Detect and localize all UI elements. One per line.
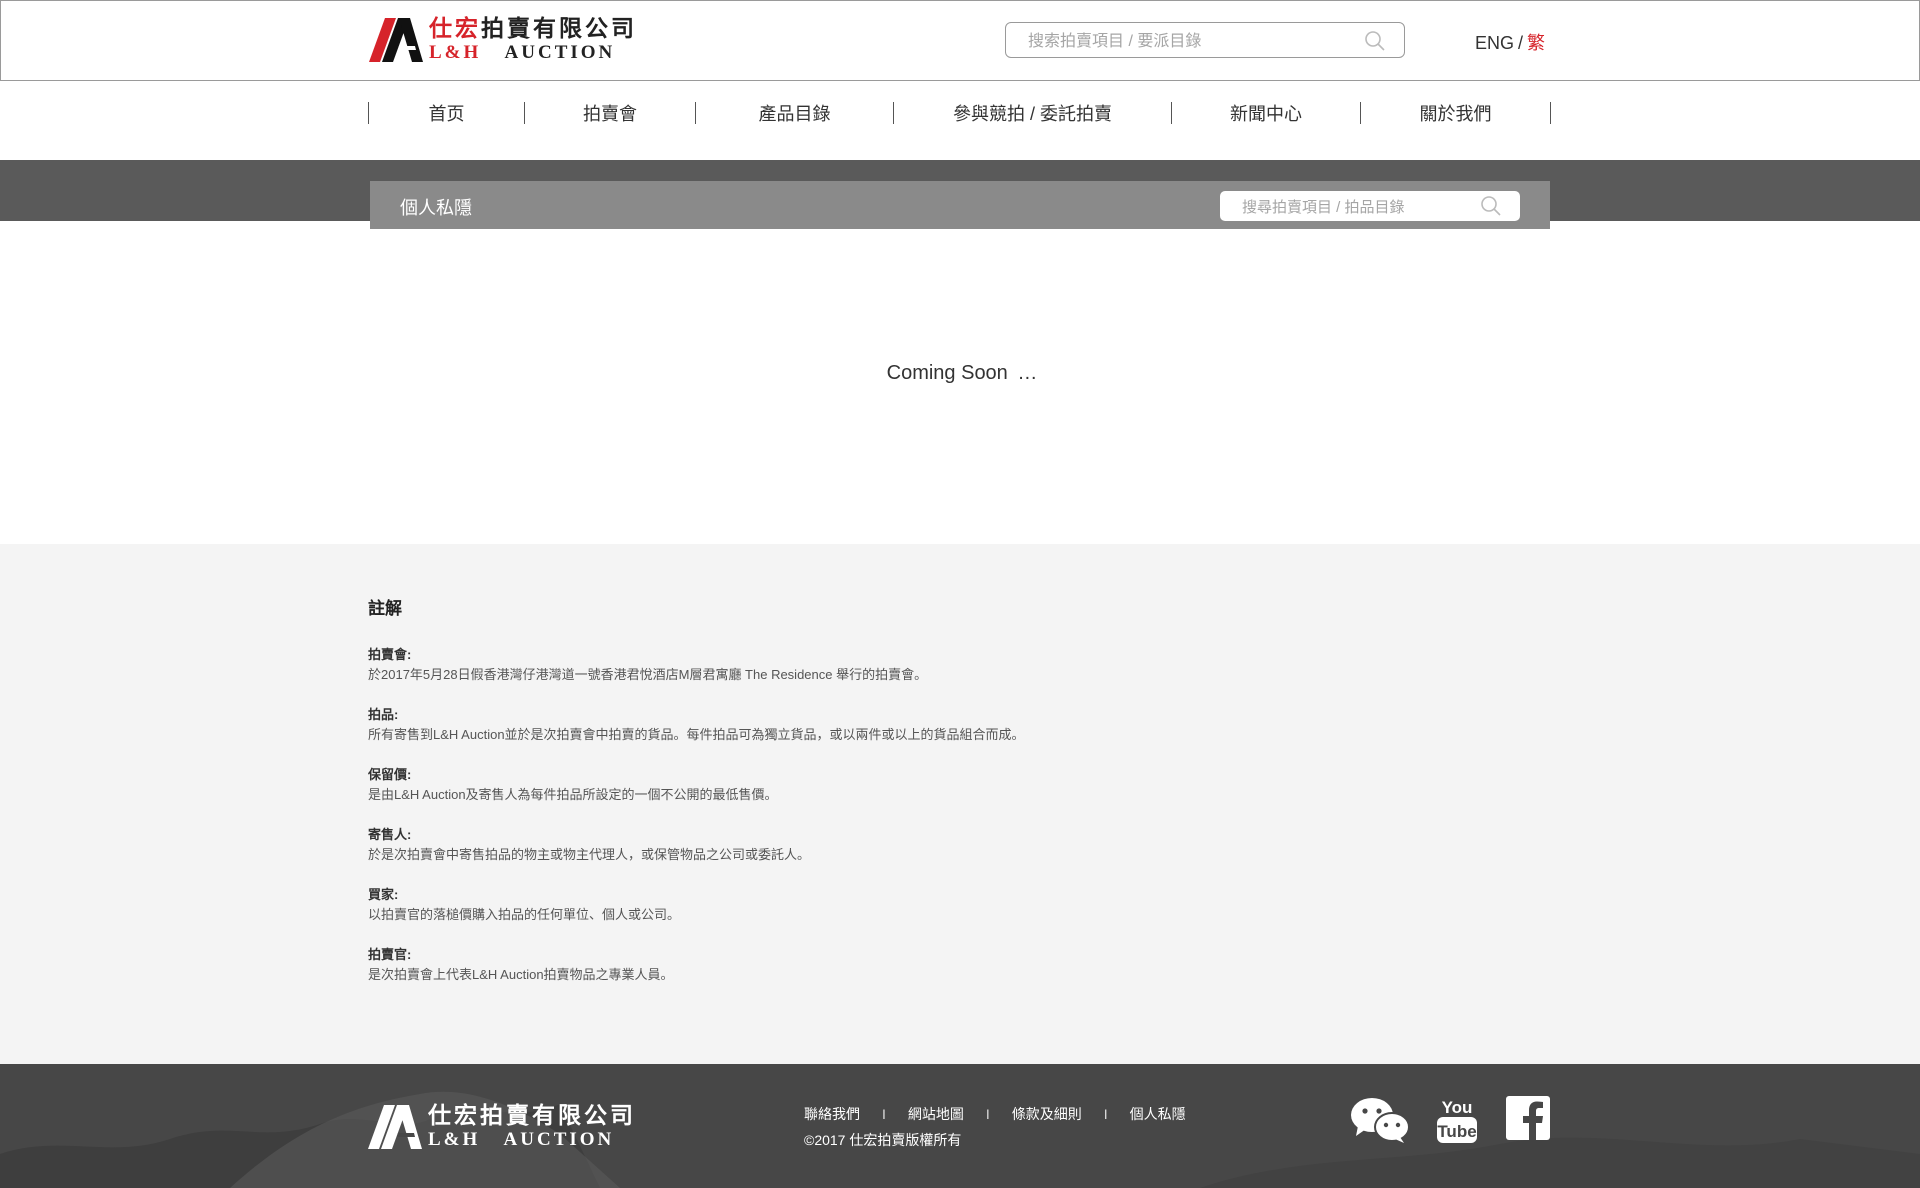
language-switcher: ENG / 繁 [1475,29,1545,55]
copyright-text: ©2017 仕宏拍賣版權所有 [804,1132,962,1148]
note-definition: 於是次拍賣會中寄售拍品的物主或物主代理人，或保管物品之公司或委託人。 [368,847,811,862]
logo-chinese: 仕宏拍賣有限公司 [429,17,637,40]
note-definition: 是由L&H Auction及寄售人為每件拍品所設定的一個不公開的最低售價。 [368,787,778,802]
nav-item-about[interactable]: 關於我們 [1361,100,1550,126]
note-item: 寄售人: 於是次拍賣會中寄售拍品的物主或物主代理人，或保管物品之公司或委託人。 [368,825,1268,865]
note-definition: 於2017年5月28日假香港灣仔港灣道一號香港君悅酒店M層君寓廳 The Res… [368,667,928,682]
footer-logo[interactable]: 仕宏拍賣有限公司 L&H AUCTION [368,1104,636,1149]
logo-en-rest: AUCTION [504,42,616,63]
nav-divider [1550,102,1551,124]
youtube-icon-you: You [1442,1098,1473,1117]
footer-logo-en-2: AUCTION [503,1129,615,1150]
note-item: 拍賣官: 是次拍賣會上代表L&H Auction拍賣物品之專業人員。 [368,945,1268,985]
youtube-icon-tube: Tube [1437,1122,1476,1141]
logo-english: L&H AUCTION [429,43,637,62]
footer-link-privacy[interactable]: 個人私隱 [1130,1104,1186,1124]
nav-item-auctions[interactable]: 拍賣會 [525,100,695,126]
footer-link-contact[interactable]: 聯絡我們 [804,1104,860,1124]
site-footer: 仕宏拍賣有限公司 L&H AUCTION 聯絡我們 I 網站地圖 I 條款及細則… [0,1064,1920,1188]
youtube-link[interactable]: You Tube [1436,1096,1478,1144]
coming-soon-text: Coming Soon [886,362,1008,384]
footer-link-separator: I [882,1106,886,1122]
footer-logo-text: 仕宏拍賣有限公司 L&H AUCTION [428,1104,636,1149]
note-term: 拍賣會: [368,647,412,662]
note-item: 拍品: 所有寄售到L&H Auction並於是次拍賣會中拍賣的貨品。每件拍品可為… [368,705,1268,745]
facebook-icon [1506,1096,1550,1140]
coming-soon-message: Coming Soon … [0,362,1920,385]
logo-cn-rest: 拍賣有限公司 [481,16,637,41]
wechat-link[interactable] [1350,1096,1410,1144]
note-definition: 以拍賣官的落槌價購入拍品的任何單位、個人或公司。 [368,907,681,922]
note-definition: 所有寄售到L&H Auction並於是次拍賣會中拍賣的貨品。每件拍品可為獨立貨品… [368,727,1025,742]
wechat-icon [1351,1098,1410,1143]
facebook-link[interactable] [1506,1096,1550,1140]
site-header: 仕宏拍賣有限公司 L&H AUCTION ENG/繁 [0,0,1920,81]
youtube-icon: You Tube [1437,1098,1477,1143]
lang-tc-link[interactable]: 繁 [1527,33,1545,53]
note-term: 拍品: [368,707,399,722]
note-item: 保留價: 是由L&H Auction及寄售人為每件拍品所設定的一個不公開的最低售… [368,765,1268,805]
footer-link-terms[interactable]: 條款及細則 [1012,1104,1082,1124]
footer-landscape-texture [0,1091,1920,1188]
footer-link-sitemap[interactable]: 網站地圖 [908,1104,964,1124]
nav-item-news[interactable]: 新聞中心 [1172,100,1360,126]
notes-title: 註解 [368,599,402,618]
logo-mark-icon [369,17,423,62]
coming-soon-ellipsis: … [1017,362,1038,384]
logo-en-red: L&H [429,42,482,63]
footer-logo-en-1: L&H [428,1129,481,1150]
notes-section: 註解 拍賣會: 於2017年5月28日假香港灣仔港灣道一號香港君悅酒店M層君寓廳… [0,544,1920,1064]
note-term: 拍賣官: [368,947,412,962]
nav-item-bidding[interactable]: 參與競拍 / 委託拍賣 [894,100,1171,126]
search-icon[interactable] [1480,195,1502,217]
page-title: 個人私隱 [400,198,472,218]
lang-separator: / [1518,33,1524,53]
catalogue-search-box [1220,191,1520,221]
catalogue-search-input[interactable] [1240,196,1474,218]
note-item: 買家: 以拍賣官的落槌價購入拍品的任何單位、個人或公司。 [368,885,1268,925]
logo-text: 仕宏拍賣有限公司 L&H AUCTION [429,17,637,62]
header-search-box [1005,22,1405,58]
note-item: 拍賣會: 於2017年5月28日假香港灣仔港灣道一號香港君悅酒店M層君寓廳 Th… [368,645,1268,685]
footer-logo-chinese: 仕宏拍賣有限公司 [428,1103,636,1128]
footer-logo-english: L&H AUCTION [428,1130,636,1149]
site-logo[interactable]: 仕宏拍賣有限公司 L&H AUCTION [369,17,637,62]
note-definition: 是次拍賣會上代表L&H Auction拍賣物品之專業人員。 [368,967,674,982]
nav-item-home[interactable]: 首页 [369,100,524,126]
lang-eng-link[interactable]: ENG [1475,33,1514,53]
note-term: 保留價: [368,767,412,782]
note-term: 寄售人: [368,827,412,842]
notes-content: 註解 拍賣會: 於2017年5月28日假香港灣仔港灣道一號香港君悅酒店M層君寓廳… [368,594,1268,1005]
main-nav: 首页 拍賣會 產品目錄 參與競拍 / 委託拍賣 新聞中心 關於我們 [368,100,1552,126]
note-term: 買家: [368,887,399,902]
footer-links: 聯絡我們 I 網站地圖 I 條款及細則 I 個人私隱 [804,1104,1186,1124]
footer-link-separator: I [985,1106,990,1122]
logo-mark-icon [368,1104,422,1149]
page-title-bar: 個人私隱 [370,181,1550,229]
search-icon[interactable] [1364,30,1386,52]
nav-item-catalogue[interactable]: 產品目錄 [696,100,893,126]
logo-cn-red: 仕宏 [429,16,481,41]
page: 仕宏拍賣有限公司 L&H AUCTION ENG/繁 首页 拍賣會 產品目錄 參… [0,0,1920,1188]
footer-link-separator: I [1103,1106,1108,1122]
header-search-input[interactable] [1026,30,1360,54]
